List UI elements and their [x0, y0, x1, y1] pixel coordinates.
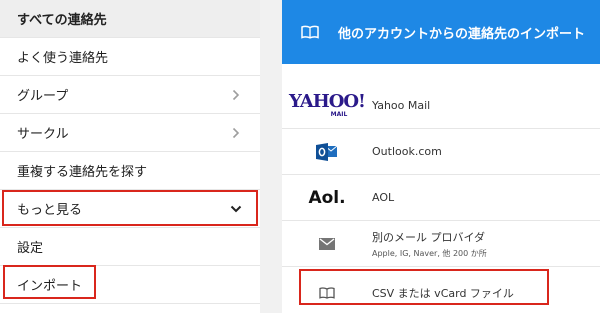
- sidebar-item-all-contacts[interactable]: すべての連絡先: [0, 0, 260, 38]
- provider-name: Outlook.com: [372, 145, 442, 158]
- provider-subtext: Apple, IG, Naver, 他 200 か所: [372, 248, 487, 258]
- provider-name: AOL: [372, 191, 395, 204]
- sidebar-item-import[interactable]: インポート: [0, 266, 260, 304]
- book-icon: [282, 287, 372, 299]
- sidebar-item-groups[interactable]: グループ: [0, 76, 260, 114]
- sidebar-item-label: グループ: [17, 89, 69, 104]
- sidebar-item-label: よく使う連絡先: [17, 51, 109, 66]
- dialog-header: 他のアカウントからの連絡先のインポート: [282, 0, 600, 64]
- dialog-title: 他のアカウントからの連絡先のインポート: [338, 26, 586, 42]
- sidebar-item-label: サークル: [17, 127, 69, 142]
- provider-yahoo[interactable]: YAHOO! MAIL Yahoo Mail: [282, 83, 600, 129]
- sidebar: すべての連絡先 よく使う連絡先 グループ サークル 重複する連絡先を探す もっと…: [0, 0, 260, 313]
- yahoo-logo-text: YAHOO!: [289, 91, 366, 112]
- sidebar-item-find-duplicates[interactable]: 重複する連絡先を探す: [0, 152, 260, 190]
- sidebar-item-label: もっと見る: [17, 203, 83, 218]
- provider-name: 別のメール プロバイダ: [372, 230, 486, 244]
- book-icon: [282, 25, 338, 39]
- aol-logo-text: Aol.: [308, 187, 346, 208]
- outlook-icon: [282, 142, 372, 162]
- aol-logo: Aol.: [282, 188, 372, 208]
- sidebar-item-label: 重複する連絡先を探す: [17, 165, 148, 180]
- provider-other-email[interactable]: 別のメール プロバイダ Apple, IG, Naver, 他 200 か所: [282, 221, 600, 267]
- sidebar-item-more[interactable]: もっと見る: [0, 190, 260, 228]
- provider-name: Yahoo Mail: [372, 99, 431, 112]
- sidebar-item-label: インポート: [17, 279, 83, 294]
- provider-outlook[interactable]: Outlook.com: [282, 129, 600, 175]
- sidebar-header-label: すべての連絡先: [17, 13, 107, 28]
- provider-csv-vcard[interactable]: CSV または vCard ファイル: [282, 270, 600, 313]
- provider-aol[interactable]: Aol. AOL: [282, 175, 600, 221]
- panel-divider: [260, 0, 282, 313]
- sidebar-item-settings[interactable]: 設定: [0, 228, 260, 266]
- provider-text: 別のメール プロバイダ Apple, IG, Naver, 他 200 か所: [372, 229, 487, 259]
- yahoo-logo-sub: MAIL: [330, 111, 348, 118]
- chevron-right-icon: [230, 89, 242, 101]
- sidebar-item-frequent[interactable]: よく使う連絡先: [0, 38, 260, 76]
- yahoo-logo: YAHOO! MAIL: [282, 91, 372, 119]
- mail-icon: [282, 237, 372, 250]
- chevron-down-icon: [230, 203, 242, 215]
- provider-name: CSV または vCard ファイル: [372, 287, 514, 300]
- sidebar-item-label: 設定: [17, 241, 44, 256]
- import-dialog: 他のアカウントからの連絡先のインポート YAHOO! MAIL Yahoo Ma…: [282, 0, 600, 313]
- sidebar-item-circles[interactable]: サークル: [0, 114, 260, 152]
- chevron-right-icon: [230, 127, 242, 139]
